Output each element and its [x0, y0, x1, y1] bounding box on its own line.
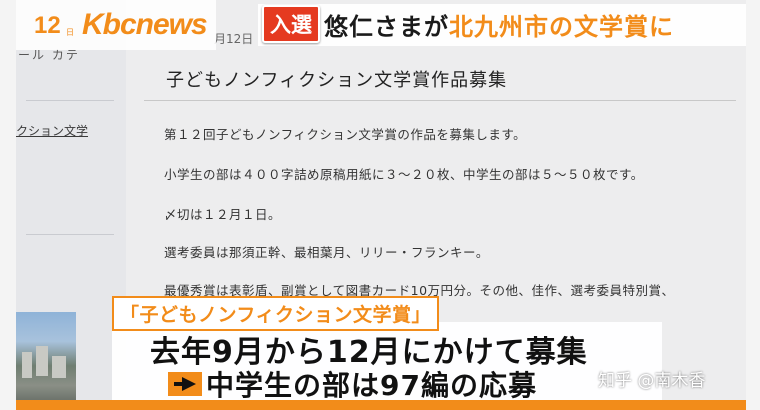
article-paragraph: 選考委員は那須正幹、最相葉月、リリー・フランキー。: [164, 245, 489, 260]
watermark: 知乎 @南木香: [598, 371, 706, 391]
selection-badge: 入選: [262, 5, 320, 43]
article-paragraph: 〆切は１２月１日。: [164, 207, 282, 222]
headline-part2: 北九州市の文学賞に: [449, 12, 674, 41]
article-date: 月12日: [214, 32, 254, 46]
news-logo-area: 12 日 Kbcnews: [16, 0, 216, 50]
sidebar-divider: [26, 234, 114, 235]
sidebar-link[interactable]: クション文学: [16, 122, 88, 139]
article-paragraph: 第１２回子どもノンフィクション文学賞の作品を募集します。: [164, 127, 527, 142]
city-photo: [16, 312, 76, 410]
headline-text: 悠仁さまが北九州市の文学賞に: [324, 7, 674, 42]
channel-small: 日: [66, 28, 74, 37]
news-logo: Kbcnews: [82, 8, 208, 41]
channel-number: 12: [34, 12, 61, 39]
caption-line2-row: 中学生の部は97編の応募: [168, 364, 537, 404]
arrow-right-icon: [168, 372, 202, 396]
article-paragraph: 小学生の部は４００字詰め原稿用紙に３～２０枚、中学生の部は５～５０枚です。: [164, 167, 644, 182]
website-sidebar: ール カテ クション文学: [16, 0, 126, 410]
sidebar-divider: [26, 100, 114, 101]
caption-label: 「子どもノンフィクション文学賞」: [112, 296, 440, 331]
headline: 入選 悠仁さまが北九州市の文学賞に: [262, 5, 674, 43]
caption-bottom-bar: [16, 400, 746, 410]
headline-part1: 悠仁さまが: [324, 12, 449, 41]
article-title: 子どもノンフィクション文学賞作品募集: [166, 70, 508, 91]
caption-line2: 中学生の部は97編の応募: [206, 369, 537, 402]
title-divider: [144, 100, 736, 101]
